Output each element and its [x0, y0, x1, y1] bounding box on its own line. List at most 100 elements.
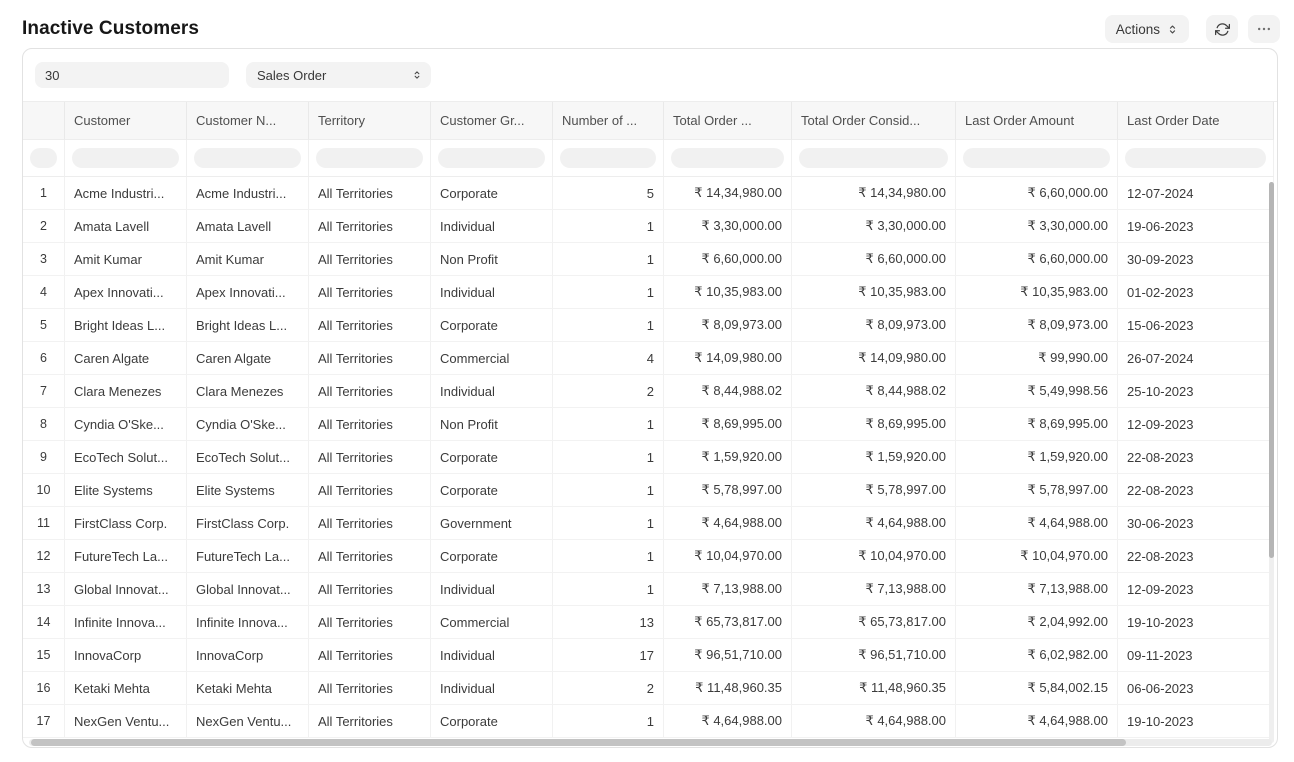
cell-total_order_amount[interactable]: ₹ 8,69,995.00: [664, 408, 792, 441]
cell-territory[interactable]: All Territories: [309, 441, 431, 474]
cell-total_order_considered[interactable]: ₹ 7,13,988.00: [792, 573, 956, 606]
cell-customer_name[interactable]: Amata Lavell: [187, 210, 309, 243]
cell-last_order_amount[interactable]: ₹ 5,49,998.56: [956, 375, 1118, 408]
cell-customer[interactable]: EcoTech Solut...: [65, 441, 187, 474]
horizontal-scrollbar-thumb[interactable]: [31, 739, 1126, 746]
cell-customer_group[interactable]: Commercial: [431, 606, 553, 639]
cell-last_order_amount[interactable]: ₹ 8,09,973.00: [956, 309, 1118, 342]
cell-total_order_amount[interactable]: ₹ 11,48,960.35: [664, 672, 792, 705]
cell-total_order_amount[interactable]: ₹ 10,35,983.00: [664, 276, 792, 309]
days-since-last-order-input[interactable]: [35, 62, 229, 88]
filter-input-rownum[interactable]: [30, 148, 57, 168]
cell-customer_name[interactable]: Bright Ideas L...: [187, 309, 309, 342]
cell-customer[interactable]: Clara Menezes: [65, 375, 187, 408]
filter-input-total_order_considered[interactable]: [799, 148, 948, 168]
cell-customer[interactable]: Infinite Innova...: [65, 606, 187, 639]
cell-last_order_date[interactable]: 15-06-2023: [1118, 309, 1274, 342]
cell-last_order_amount[interactable]: ₹ 5,84,002.15: [956, 672, 1118, 705]
cell-total_order_amount[interactable]: ₹ 6,60,000.00: [664, 243, 792, 276]
column-header-territory[interactable]: Territory: [309, 102, 431, 140]
column-header-number_of_orders[interactable]: Number of ...: [553, 102, 664, 140]
cell-number_of_orders[interactable]: 1: [553, 441, 664, 474]
filter-input-territory[interactable]: [316, 148, 423, 168]
cell-customer_name[interactable]: Acme Industri...: [187, 177, 309, 210]
cell-last_order_amount[interactable]: ₹ 8,69,995.00: [956, 408, 1118, 441]
cell-territory[interactable]: All Territories: [309, 672, 431, 705]
cell-total_order_considered[interactable]: ₹ 4,64,988.00: [792, 507, 956, 540]
cell-customer[interactable]: Apex Innovati...: [65, 276, 187, 309]
cell-last_order_date[interactable]: 12-07-2024: [1118, 177, 1274, 210]
refresh-button[interactable]: [1206, 15, 1238, 43]
cell-total_order_amount[interactable]: ₹ 7,13,988.00: [664, 573, 792, 606]
cell-number_of_orders[interactable]: 1: [553, 540, 664, 573]
cell-number_of_orders[interactable]: 17: [553, 639, 664, 672]
cell-total_order_amount[interactable]: ₹ 3,30,000.00: [664, 210, 792, 243]
cell-customer[interactable]: Ketaki Mehta: [65, 672, 187, 705]
cell-number_of_orders[interactable]: 2: [553, 375, 664, 408]
cell-customer_name[interactable]: FutureTech La...: [187, 540, 309, 573]
cell-customer_name[interactable]: InnovaCorp: [187, 639, 309, 672]
cell-number_of_orders[interactable]: 1: [553, 210, 664, 243]
cell-last_order_date[interactable]: 09-11-2023: [1118, 639, 1274, 672]
cell-total_order_amount[interactable]: ₹ 14,09,980.00: [664, 342, 792, 375]
cell-number_of_orders[interactable]: 4: [553, 342, 664, 375]
cell-customer[interactable]: Acme Industri...: [65, 177, 187, 210]
cell-number_of_orders[interactable]: 2: [553, 672, 664, 705]
cell-last_order_date[interactable]: 01-02-2023: [1118, 276, 1274, 309]
cell-territory[interactable]: All Territories: [309, 705, 431, 738]
cell-customer[interactable]: Bright Ideas L...: [65, 309, 187, 342]
cell-customer[interactable]: Global Innovat...: [65, 573, 187, 606]
cell-customer_group[interactable]: Individual: [431, 672, 553, 705]
cell-last_order_date[interactable]: 06-06-2023: [1118, 672, 1274, 705]
cell-last_order_amount[interactable]: ₹ 3,30,000.00: [956, 210, 1118, 243]
cell-territory[interactable]: All Territories: [309, 606, 431, 639]
cell-last_order_date[interactable]: 26-07-2024: [1118, 342, 1274, 375]
cell-total_order_considered[interactable]: ₹ 1,59,920.00: [792, 441, 956, 474]
cell-last_order_amount[interactable]: ₹ 99,990.00: [956, 342, 1118, 375]
cell-total_order_considered[interactable]: ₹ 4,64,988.00: [792, 705, 956, 738]
cell-total_order_amount[interactable]: ₹ 14,34,980.00: [664, 177, 792, 210]
more-options-button[interactable]: [1248, 15, 1280, 43]
column-header-last_order_amount[interactable]: Last Order Amount: [956, 102, 1118, 140]
cell-customer_group[interactable]: Corporate: [431, 705, 553, 738]
cell-territory[interactable]: All Territories: [309, 474, 431, 507]
cell-total_order_considered[interactable]: ₹ 3,30,000.00: [792, 210, 956, 243]
doctype-select[interactable]: Sales Order: [246, 62, 431, 88]
cell-number_of_orders[interactable]: 1: [553, 243, 664, 276]
cell-territory[interactable]: All Territories: [309, 210, 431, 243]
cell-customer_group[interactable]: Individual: [431, 276, 553, 309]
cell-customer_name[interactable]: Infinite Innova...: [187, 606, 309, 639]
cell-customer[interactable]: FutureTech La...: [65, 540, 187, 573]
cell-number_of_orders[interactable]: 5: [553, 177, 664, 210]
cell-last_order_date[interactable]: 30-06-2023: [1118, 507, 1274, 540]
cell-customer_name[interactable]: Amit Kumar: [187, 243, 309, 276]
vertical-scrollbar[interactable]: [1269, 182, 1274, 743]
actions-button[interactable]: Actions: [1105, 15, 1189, 43]
cell-total_order_considered[interactable]: ₹ 14,09,980.00: [792, 342, 956, 375]
cell-customer_group[interactable]: Corporate: [431, 441, 553, 474]
filter-input-last_order_amount[interactable]: [963, 148, 1110, 168]
column-header-customer_name[interactable]: Customer N...: [187, 102, 309, 140]
column-header-total_order_considered[interactable]: Total Order Consid...: [792, 102, 956, 140]
cell-territory[interactable]: All Territories: [309, 276, 431, 309]
cell-last_order_date[interactable]: 22-08-2023: [1118, 441, 1274, 474]
cell-territory[interactable]: All Territories: [309, 375, 431, 408]
cell-last_order_amount[interactable]: ₹ 6,60,000.00: [956, 177, 1118, 210]
cell-customer_name[interactable]: Clara Menezes: [187, 375, 309, 408]
cell-last_order_amount[interactable]: ₹ 7,13,988.00: [956, 573, 1118, 606]
cell-last_order_date[interactable]: 30-09-2023: [1118, 243, 1274, 276]
cell-customer_group[interactable]: Corporate: [431, 177, 553, 210]
cell-last_order_date[interactable]: 12-09-2023: [1118, 573, 1274, 606]
column-header-customer[interactable]: Customer: [65, 102, 187, 140]
horizontal-scrollbar[interactable]: [29, 739, 1272, 746]
cell-last_order_amount[interactable]: ₹ 5,78,997.00: [956, 474, 1118, 507]
cell-last_order_amount[interactable]: ₹ 6,60,000.00: [956, 243, 1118, 276]
cell-territory[interactable]: All Territories: [309, 243, 431, 276]
cell-last_order_date[interactable]: 22-08-2023: [1118, 540, 1274, 573]
filter-input-last_order_date[interactable]: [1125, 148, 1266, 168]
cell-customer_group[interactable]: Corporate: [431, 309, 553, 342]
cell-number_of_orders[interactable]: 1: [553, 507, 664, 540]
cell-territory[interactable]: All Territories: [309, 573, 431, 606]
cell-customer_name[interactable]: Global Innovat...: [187, 573, 309, 606]
cell-last_order_amount[interactable]: ₹ 1,59,920.00: [956, 441, 1118, 474]
